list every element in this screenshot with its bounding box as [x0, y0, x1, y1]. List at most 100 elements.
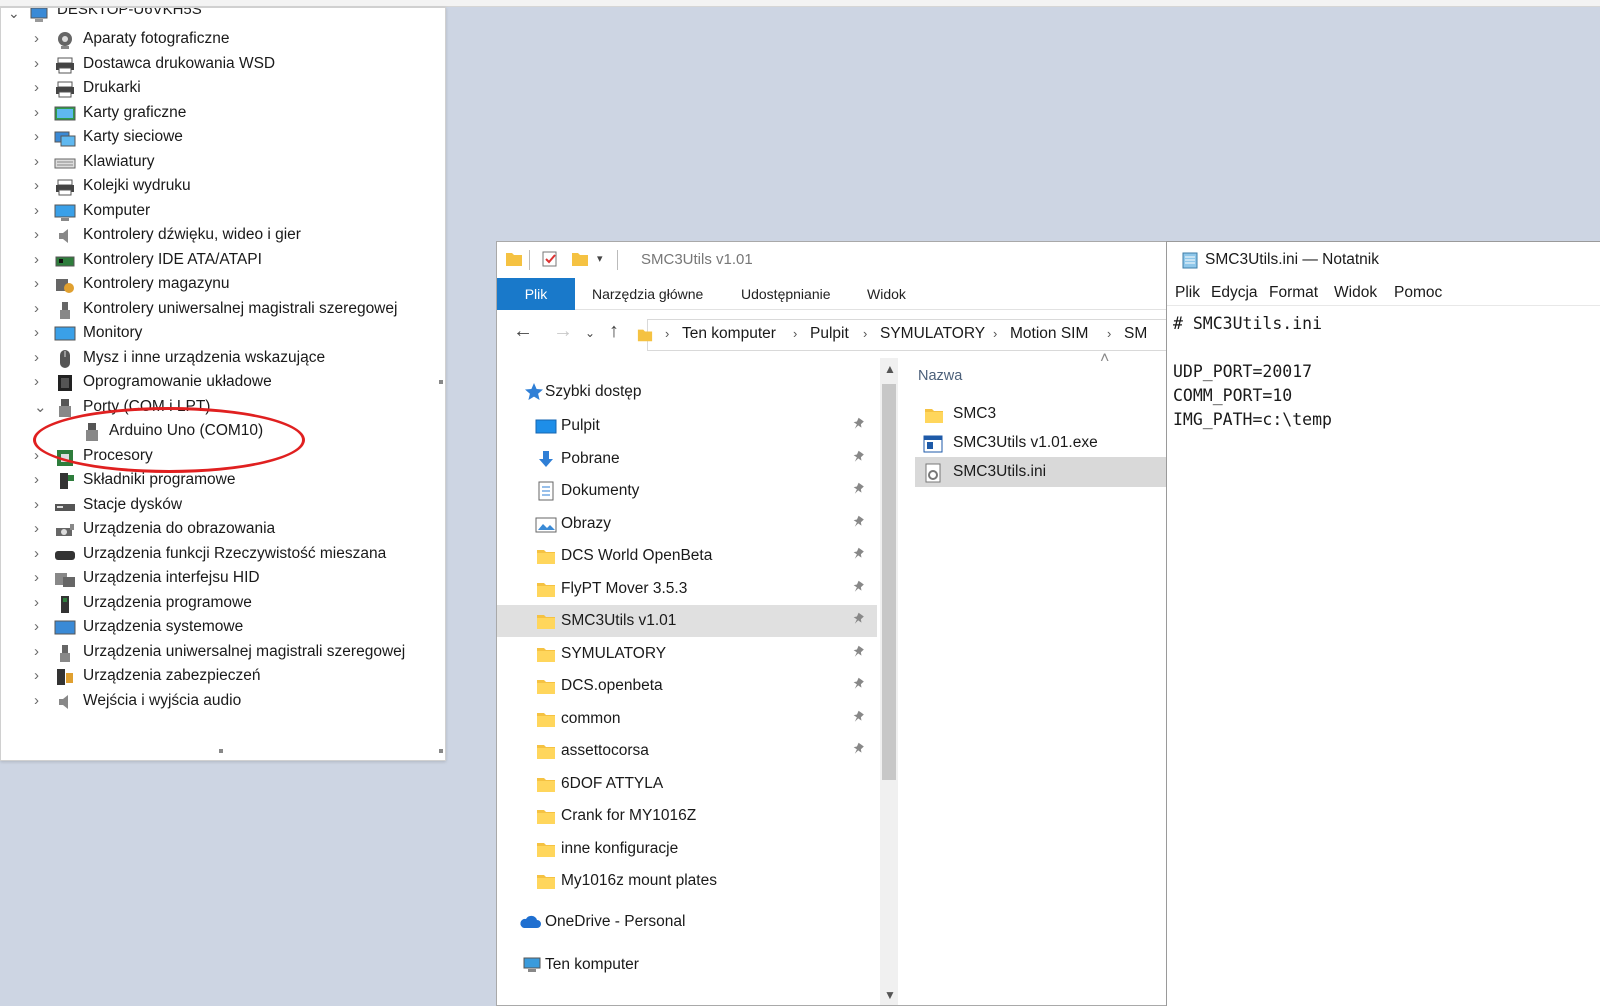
breadcrumb-item[interactable]: Pulpit [810, 325, 849, 343]
tab-share[interactable]: Udostępnianie [741, 286, 831, 302]
tree-item-urzadzenia-interfejsu-hid[interactable]: › Urządzenia interfejsu HID [1, 567, 445, 591]
pin-icon[interactable] [850, 547, 866, 563]
pin-icon[interactable] [850, 417, 866, 433]
chevron-right-icon[interactable]: › [34, 153, 46, 170]
chevron-right-icon[interactable]: › [34, 520, 46, 537]
nav-quick-access[interactable]: Szybki dostęp [497, 376, 877, 408]
tree-root-computer[interactable]: ⌄ DESKTOP-U6VKH5S [1, 8, 445, 26]
nav-item-dokumenty[interactable]: Dokumenty [497, 475, 877, 507]
chevron-down-icon[interactable]: ⌄ [8, 8, 20, 22]
nav-item-assettocorsa[interactable]: assettocorsa [497, 735, 877, 767]
nav-item-dcs-openbeta[interactable]: DCS.openbeta [497, 670, 877, 702]
chevron-right-icon[interactable]: › [34, 496, 46, 513]
nav-item-inne-konfiguracje[interactable]: inne konfiguracje [497, 833, 877, 865]
scrollbar-thumb[interactable] [882, 384, 896, 780]
chevron-right-icon[interactable]: › [34, 177, 46, 194]
nav-item-6dof-attyla[interactable]: 6DOF ATTYLA [497, 768, 877, 800]
tree-item-urzadzenia-programowe[interactable]: › Urządzenia programowe [1, 592, 445, 616]
tab-view[interactable]: Widok [867, 286, 906, 302]
tree-item-klawiatury[interactable]: › Klawiatury [1, 151, 445, 175]
nav-item-common[interactable]: common [497, 703, 877, 735]
file-item-smc3[interactable]: SMC3 [915, 399, 1167, 429]
chevron-right-icon[interactable]: › [34, 594, 46, 611]
tree-item-kontrolery-magazynu[interactable]: › Kontrolery magazynu [1, 273, 445, 297]
chevron-right-icon[interactable]: › [34, 55, 46, 72]
forward-arrow-icon[interactable]: → [553, 320, 573, 343]
chevron-right-icon[interactable]: › [34, 324, 46, 341]
nav-scrollbar[interactable]: ▲ ▼ [880, 358, 898, 1005]
breadcrumb-item[interactable]: Ten komputer [682, 325, 776, 343]
tree-item-kolejki-wydruku[interactable]: › Kolejki wydruku [1, 175, 445, 199]
chevron-right-icon[interactable]: › [34, 569, 46, 586]
pin-icon[interactable] [850, 580, 866, 596]
tree-item-skladniki-programowe[interactable]: › Składniki programowe [1, 469, 445, 493]
tree-item-wejscia-i-wyjscia-audio[interactable]: › Wejścia i wyjścia audio [1, 690, 445, 714]
chevron-right-icon[interactable]: › [34, 643, 46, 660]
nav-item-pobrane[interactable]: Pobrane [497, 443, 877, 475]
tree-item-urzadzenia-systemowe[interactable]: › Urządzenia systemowe [1, 616, 445, 640]
file-item-smc3utils-v1-01-exe[interactable]: SMC3Utils v1.01.exe [915, 428, 1167, 458]
chevron-right-icon[interactable]: › [34, 79, 46, 96]
nav-item-smc3utils-v1-01[interactable]: SMC3Utils v1.01 [497, 605, 877, 637]
tree-item-drukarki[interactable]: › Drukarki [1, 77, 445, 101]
pin-icon[interactable] [850, 645, 866, 661]
breadcrumb-item[interactable]: Motion SIM [1010, 325, 1088, 343]
tree-item-aparaty-fotograficzne[interactable]: › Aparaty fotograficzne [1, 28, 445, 52]
tree-item-urzadzenia-do-obrazowania[interactable]: › Urządzenia do obrazowania [1, 518, 445, 542]
pin-icon[interactable] [850, 710, 866, 726]
chevron-right-icon[interactable]: › [34, 226, 46, 243]
tree-item-kontrolery-ide-ata-atapi[interactable]: › Kontrolery IDE ATA/ATAPI [1, 249, 445, 273]
tree-item-urzadzenia-uniwersalnej-magistrali-szeregowej[interactable]: › Urządzenia uniwersalnej magistrali szer… [1, 641, 445, 665]
resize-handle[interactable] [219, 749, 223, 753]
menu-edit[interactable]: Edycja [1211, 284, 1258, 302]
chevron-right-icon[interactable]: › [34, 545, 46, 562]
pin-icon[interactable] [850, 450, 866, 466]
column-header-name[interactable]: Nazwa [918, 368, 962, 384]
up-arrow-icon[interactable]: ↑ [609, 320, 619, 343]
nav-this-pc[interactable]: Ten komputer [497, 949, 877, 981]
back-arrow-icon[interactable]: ← [513, 320, 533, 343]
chevron-right-icon[interactable]: › [34, 128, 46, 145]
nav-item-pulpit[interactable]: Pulpit [497, 410, 877, 442]
tree-item-kontrolery-uniwersalnej-magistrali-szeregowej[interactable]: › Kontrolery uniwersalnej magistrali szer… [1, 298, 445, 322]
menu-help[interactable]: Pomoc [1394, 284, 1442, 302]
menu-format[interactable]: Format [1269, 284, 1318, 302]
chevron-right-icon[interactable]: › [34, 373, 46, 390]
chevron-right-icon[interactable]: › [34, 692, 46, 709]
menu-file[interactable]: Plik [1175, 284, 1200, 302]
pin-icon[interactable] [850, 742, 866, 758]
new-folder-icon[interactable] [571, 250, 589, 268]
file-item-smc3utils-ini[interactable]: SMC3Utils.ini [915, 457, 1167, 487]
resize-handle[interactable] [439, 749, 443, 753]
scroll-up-icon[interactable]: ▲ [884, 362, 896, 376]
nav-item-crank-for-my1016z[interactable]: Crank for MY1016Z [497, 800, 877, 832]
tree-item-komputer[interactable]: › Komputer [1, 200, 445, 224]
nav-item-dcs-world-openbeta[interactable]: DCS World OpenBeta [497, 540, 877, 572]
chevron-right-icon[interactable]: › [34, 251, 46, 268]
tree-item-kontrolery-dzwieku-wideo-i-gier[interactable]: › Kontrolery dźwięku, wideo i gier [1, 224, 445, 248]
breadcrumb-item[interactable]: SM [1124, 325, 1147, 343]
chevron-right-icon[interactable]: › [34, 104, 46, 121]
pin-icon[interactable] [850, 677, 866, 693]
nav-onedrive[interactable]: OneDrive - Personal [497, 906, 877, 938]
pin-icon[interactable] [850, 515, 866, 531]
tree-item-karty-sieciowe[interactable]: › Karty sieciowe [1, 126, 445, 150]
chevron-right-icon[interactable]: › [34, 202, 46, 219]
tree-item-oprogramowanie-ukladowe[interactable]: › Oprogramowanie układowe [1, 371, 445, 395]
chevron-right-icon[interactable]: › [34, 471, 46, 488]
properties-icon[interactable] [541, 250, 559, 268]
tree-item-karty-graficzne[interactable]: › Karty graficzne [1, 102, 445, 126]
chevron-right-icon[interactable]: › [34, 667, 46, 684]
chevron-right-icon[interactable]: › [34, 618, 46, 635]
nav-item-my1016z-mount-plates[interactable]: My1016z mount plates [497, 865, 877, 897]
chevron-right-icon[interactable]: › [34, 275, 46, 292]
chevron-right-icon[interactable]: › [34, 30, 46, 47]
resize-handle[interactable] [439, 380, 443, 384]
chevron-down-icon[interactable]: ⌄ [34, 398, 47, 416]
tree-item-mysz-i-inne-urzadzenia-wskazujace[interactable]: › Mysz i inne urządzenia wskazujące [1, 347, 445, 371]
nav-item-symulatory[interactable]: SYMULATORY [497, 638, 877, 670]
chevron-right-icon[interactable]: › [34, 349, 46, 366]
tree-item-monitory[interactable]: › Monitory [1, 322, 445, 346]
tree-item-dostawca-drukowania-wsd[interactable]: › Dostawca drukowania WSD [1, 53, 445, 77]
customize-toolbar-icon[interactable]: ▾ [597, 252, 603, 265]
